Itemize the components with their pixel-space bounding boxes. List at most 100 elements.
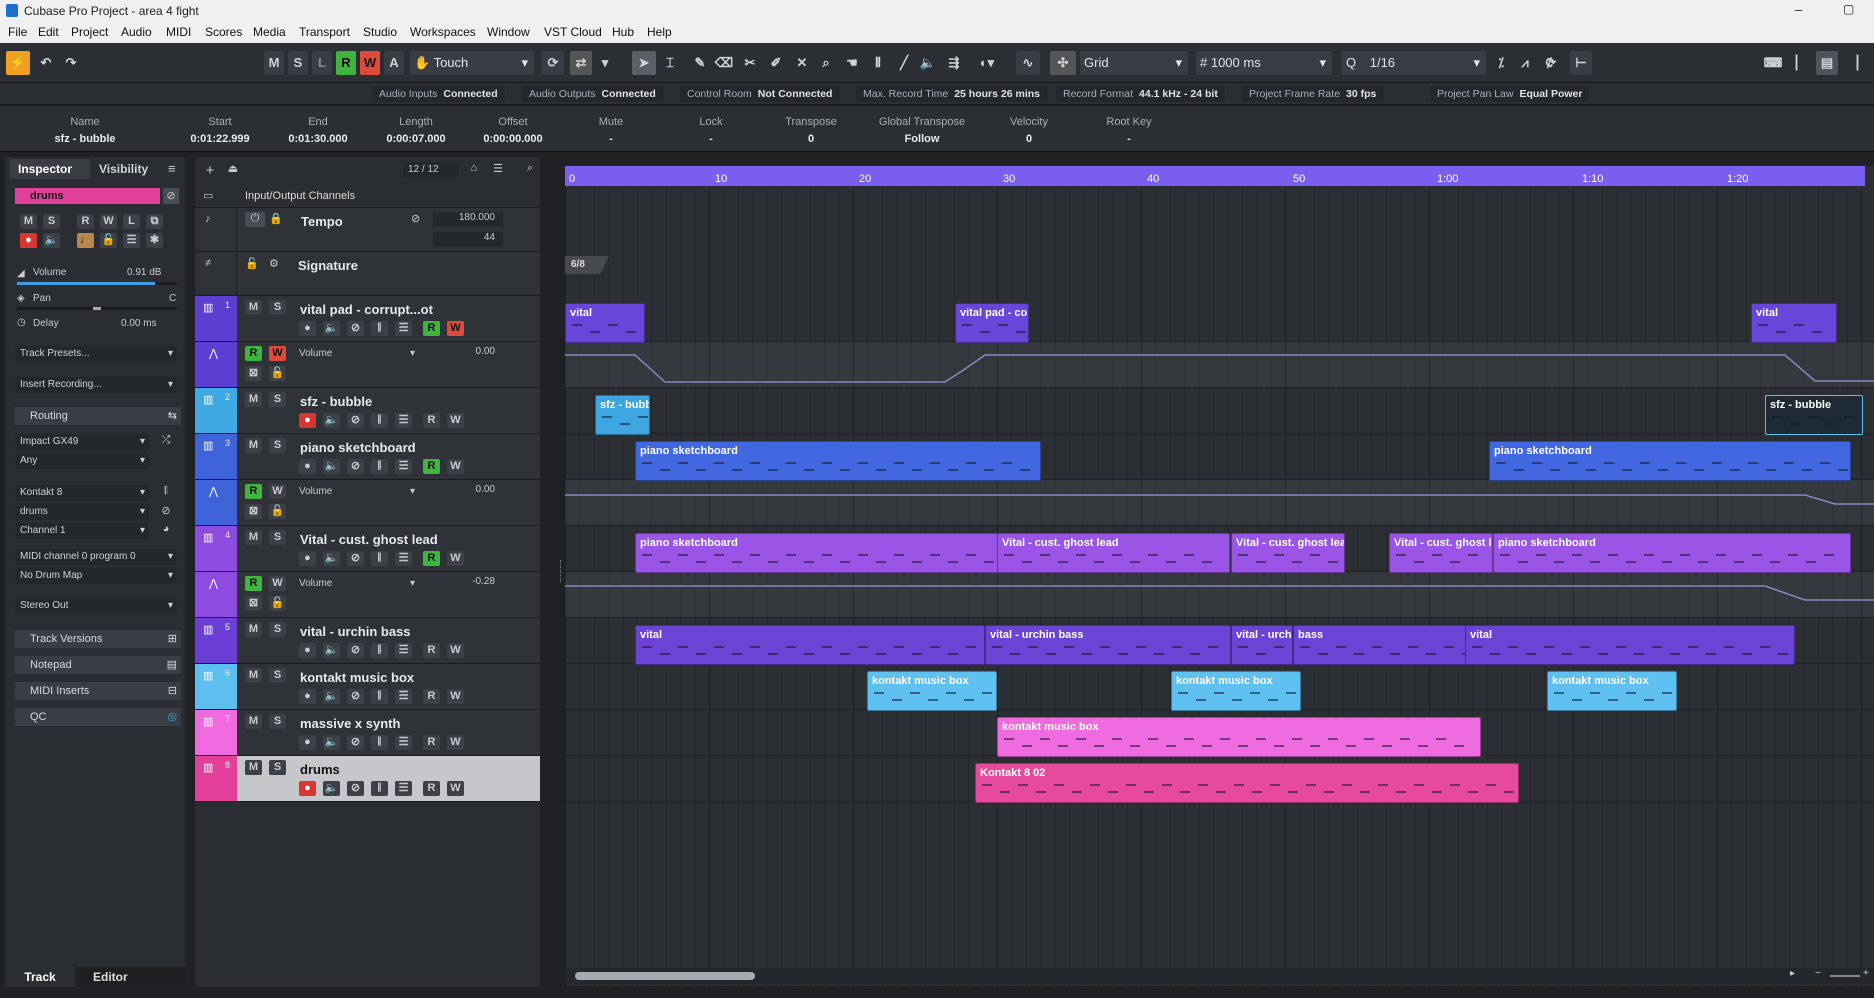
insert-recording-select[interactable]: Insert Recording... ▾ — [15, 377, 177, 393]
volume-slider[interactable] — [17, 282, 177, 285]
menu-studio[interactable]: Studio — [363, 25, 397, 39]
track-6[interactable]: ▥ 6 M Skontakt music box ● 🔈 ⊘ 𝄃 ☰ R W — [195, 664, 540, 710]
midi-inserts-section[interactable]: MIDI Inserts ⊟ — [15, 682, 181, 700]
instrument-select[interactable]: Kontakt 8 ▾ — [15, 485, 149, 501]
mute-button[interactable]: M — [245, 714, 262, 729]
close-icon[interactable]: ⊠ — [245, 504, 262, 519]
monitor-icon[interactable]: 🔈 — [43, 233, 60, 248]
info-root-key[interactable]: Root Key - — [1089, 116, 1169, 145]
piano-icon[interactable]: 𝄃 — [371, 643, 388, 658]
tempo-value-field[interactable]: 180.000 — [433, 212, 503, 227]
menu-scores[interactable]: Scores — [205, 25, 242, 39]
track-name[interactable]: sfz - bubble — [300, 394, 372, 409]
write-button[interactable]: W — [447, 551, 464, 566]
menu-icon[interactable]: ≡ — [168, 161, 176, 176]
lanes-icon[interactable]: ☰ — [395, 689, 412, 704]
iterative-quantize-icon[interactable]: ⁒ — [1490, 51, 1512, 75]
draw-tool-icon[interactable]: ╱ — [892, 51, 916, 75]
left-zone-icon[interactable]: ▏ — [1790, 51, 1812, 75]
menu-file[interactable]: File — [8, 25, 27, 39]
record-enable-icon[interactable]: ● — [299, 459, 316, 474]
gear-icon[interactable]: ⚙ — [269, 257, 279, 270]
edit-instrument-icon[interactable]: ⊘ — [347, 551, 364, 566]
search-icon[interactable]: ⌕ — [521, 162, 539, 178]
menu-edit[interactable]: Edit — [38, 25, 59, 39]
edit-instrument-icon[interactable]: ⊘ — [347, 321, 364, 336]
automation-track-1[interactable]: ⋀ R W Volume ▾ 0.00 ⊠ 🔓 — [195, 342, 540, 388]
solo-button[interactable]: S — [269, 300, 286, 315]
snapshot-icon[interactable]: ⌂ — [465, 162, 483, 178]
menu-hub[interactable]: Hub — [612, 25, 634, 39]
input-select[interactable]: Impact GX49 ▾ — [15, 434, 149, 450]
listen-button[interactable]: L — [312, 51, 332, 75]
erase-tool-icon[interactable]: ⌫ — [712, 51, 736, 75]
automation-track-4[interactable]: ⋀ R W Volume ▾ -0.28 ⊠ 🔓 — [195, 572, 540, 618]
signature-track[interactable]: ≠ 🔓 ⚙ Signature — [195, 252, 540, 296]
piano-icon[interactable]: 𝄃 — [371, 735, 388, 750]
split-tool-icon[interactable]: ✎ — [688, 51, 712, 75]
lanes-icon[interactable]: ☰ — [395, 413, 412, 428]
automation-value[interactable]: -0.28 — [435, 576, 495, 591]
shuffle-icon[interactable]: ⤮ — [156, 434, 176, 450]
track-presets-select[interactable]: Track Presets... ▾ — [15, 346, 177, 362]
info-transpose[interactable]: Transpose 0 — [771, 116, 851, 145]
info-mute[interactable]: Mute - — [571, 116, 651, 145]
lanes-icon[interactable]: ☰ — [123, 233, 140, 248]
lock-icon[interactable]: 🔓 — [100, 233, 117, 248]
add-track-menu-icon[interactable]: ⏏ — [223, 162, 243, 178]
piano-icon[interactable]: 𝄃 — [156, 485, 176, 501]
status-audio-inputs[interactable]: Audio Inputs Connected — [372, 86, 505, 102]
track-4[interactable]: ▥ 4 M S Vital - cust. ghost lead ● 🔈 ⊘ 𝄃 ☰ R W — [195, 526, 540, 572]
monitor-icon[interactable]: 🔈 — [323, 643, 340, 658]
menu-vst-cloud[interactable]: VST Cloud — [544, 25, 602, 39]
read-button[interactable]: R — [423, 459, 440, 474]
lanes-icon[interactable]: ☰ — [395, 551, 412, 566]
track-3[interactable]: ▥ 3 M Spiano sketchboard ● 🔈 ⊘ 𝄃 ☰ R W — [195, 434, 540, 480]
splitter-handle[interactable] — [560, 560, 563, 582]
edit-instrument-icon[interactable]: ⊘ — [347, 735, 364, 750]
solo-button[interactable]: S — [269, 668, 286, 683]
read-button[interactable]: R — [245, 346, 262, 361]
lock-icon[interactable]: 🔓 — [245, 257, 259, 270]
info-lock[interactable]: Lock - — [671, 116, 751, 145]
edit-instrument-icon[interactable]: ⊘ — [156, 504, 176, 520]
mute-all-button[interactable]: M — [264, 51, 284, 75]
track-7[interactable]: ▥ 7 M Smassive x synth ● 🔈 ⊘ 𝄃 ☰ R W — [195, 710, 540, 756]
palette-icon[interactable]: ◕ — [156, 523, 176, 539]
read-button[interactable]: R — [423, 643, 440, 658]
solo-button[interactable]: S — [269, 392, 286, 407]
tab-editor[interactable]: Editor — [75, 967, 185, 987]
undo-icon[interactable]: ↶ — [35, 51, 57, 75]
monitor-icon[interactable]: 🔈 — [323, 551, 340, 566]
track-name[interactable]: vital - urchin bass — [300, 624, 411, 639]
write-button[interactable]: W — [269, 576, 286, 591]
menu-workspaces[interactable]: Workspaces — [410, 25, 476, 39]
snap-type-select[interactable]: Grid ▾ — [1080, 51, 1188, 75]
qc-section[interactable]: QC ◎ — [15, 708, 181, 726]
menu-media[interactable]: Media — [253, 25, 286, 39]
mute-button[interactable]: M — [245, 300, 262, 315]
inspector-track-name[interactable]: drums — [15, 188, 160, 204]
grid-select[interactable]: # 1000 ms ▾ — [1196, 51, 1332, 75]
write-button[interactable]: W — [447, 459, 464, 474]
info-offset[interactable]: Offset 0:00:00.000 — [473, 116, 553, 145]
tab-track[interactable]: Track — [5, 967, 75, 987]
record-enable-icon[interactable]: ● — [299, 643, 316, 658]
edit-instrument-icon[interactable]: ⊘ — [347, 459, 364, 474]
io-channels-track[interactable]: ▭ Input/Output Channels — [195, 186, 540, 208]
quantize-apply-icon[interactable]: ⩘ — [1514, 51, 1536, 75]
close-icon[interactable]: ⊠ — [245, 596, 262, 611]
mute-button[interactable]: M — [245, 668, 262, 683]
edit-button[interactable]: ⧉ — [146, 214, 163, 229]
mute-button[interactable]: M — [245, 438, 262, 453]
tab-inspector[interactable]: Inspector — [10, 159, 90, 179]
keyboard-icon[interactable]: ⌨ — [1762, 51, 1784, 75]
automation-track-3[interactable]: ⋀ R W Volume ▾ 0.00 ⊠ 🔓 — [195, 480, 540, 526]
read-button[interactable]: R — [245, 484, 262, 499]
record-enable-icon[interactable]: ● — [299, 735, 316, 750]
glue-tool-icon[interactable]: ✐ — [764, 51, 788, 75]
notepad-section[interactable]: Notepad ▤ — [15, 656, 181, 674]
hand-tool-icon[interactable]: ☚ — [840, 51, 864, 75]
tempo-activate-icon[interactable]: ⏻ — [245, 212, 265, 227]
color-tool-icon[interactable]: ◐▾ — [970, 51, 1004, 75]
